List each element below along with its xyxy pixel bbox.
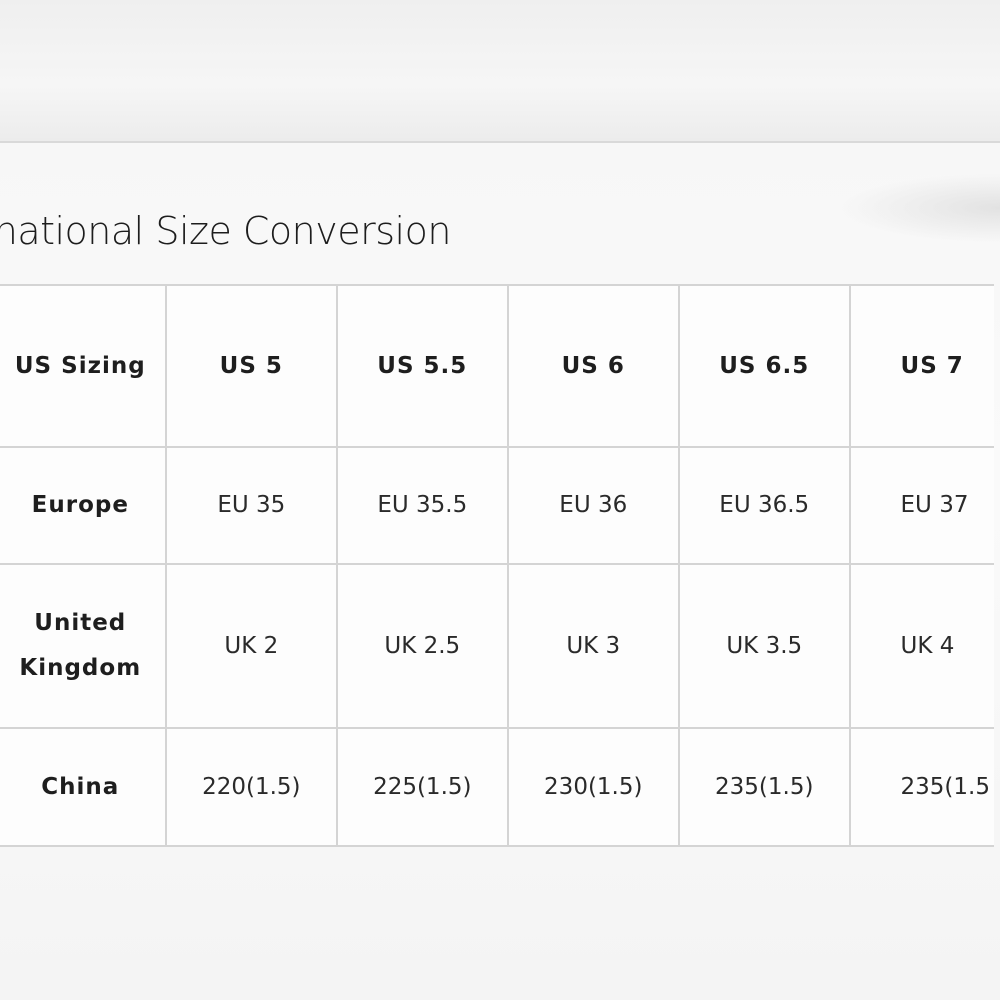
row-header-us-sizing: US Sizing xyxy=(0,284,167,448)
size-chart-panel: ternational Size Conversion US Sizing US… xyxy=(0,143,1000,1000)
table-cell: US 6.5 xyxy=(677,284,851,448)
table-cell: UK 3 xyxy=(506,563,680,729)
table-cell: EU 35 xyxy=(164,446,339,565)
top-background-band xyxy=(0,0,1000,142)
table-cell: EU 36.5 xyxy=(677,446,851,565)
table-cell: UK 2.5 xyxy=(336,563,509,729)
table-cell: US 7 xyxy=(848,284,994,448)
table-cell: UK 2 xyxy=(164,563,339,729)
table-row-china: China 220(1.5) 225(1.5) 230(1.5) 235(1.5… xyxy=(0,727,994,847)
table-cell: US 5.5 xyxy=(336,284,509,448)
size-conversion-table: US Sizing US 5 US 5.5 US 6 US 6.5 US 7 E… xyxy=(0,284,994,847)
table-row-us-sizing: US Sizing US 5 US 5.5 US 6 US 6.5 US 7 xyxy=(0,284,994,448)
row-header-europe: Europe xyxy=(0,446,167,565)
table-cell: 220(1.5) xyxy=(164,727,339,847)
table-cell: 235(1.5) xyxy=(677,727,851,847)
row-header-united-kingdom: United Kingdom xyxy=(0,563,167,729)
table-cell: US 5 xyxy=(164,284,339,448)
table-cell: UK 3.5 xyxy=(677,563,851,729)
table-row-europe: Europe EU 35 EU 35.5 EU 36 EU 36.5 EU 37 xyxy=(0,446,994,565)
table-cell: UK 4 xyxy=(848,563,994,729)
table-cell: 230(1.5) xyxy=(506,727,680,847)
row-header-china: China xyxy=(0,727,167,847)
table-cell: EU 37 xyxy=(848,446,994,565)
table-cell: EU 36 xyxy=(506,446,680,565)
table-cell: 235(1.5 xyxy=(848,727,994,847)
table-cell: 225(1.5) xyxy=(336,727,509,847)
table-cell: US 6 xyxy=(506,284,680,448)
page-title: ternational Size Conversion xyxy=(0,209,451,253)
table-row-united-kingdom: United Kingdom UK 2 UK 2.5 UK 3 UK 3.5 U… xyxy=(0,563,994,729)
panel-highlight xyxy=(840,173,1000,243)
table-cell: EU 35.5 xyxy=(336,446,509,565)
